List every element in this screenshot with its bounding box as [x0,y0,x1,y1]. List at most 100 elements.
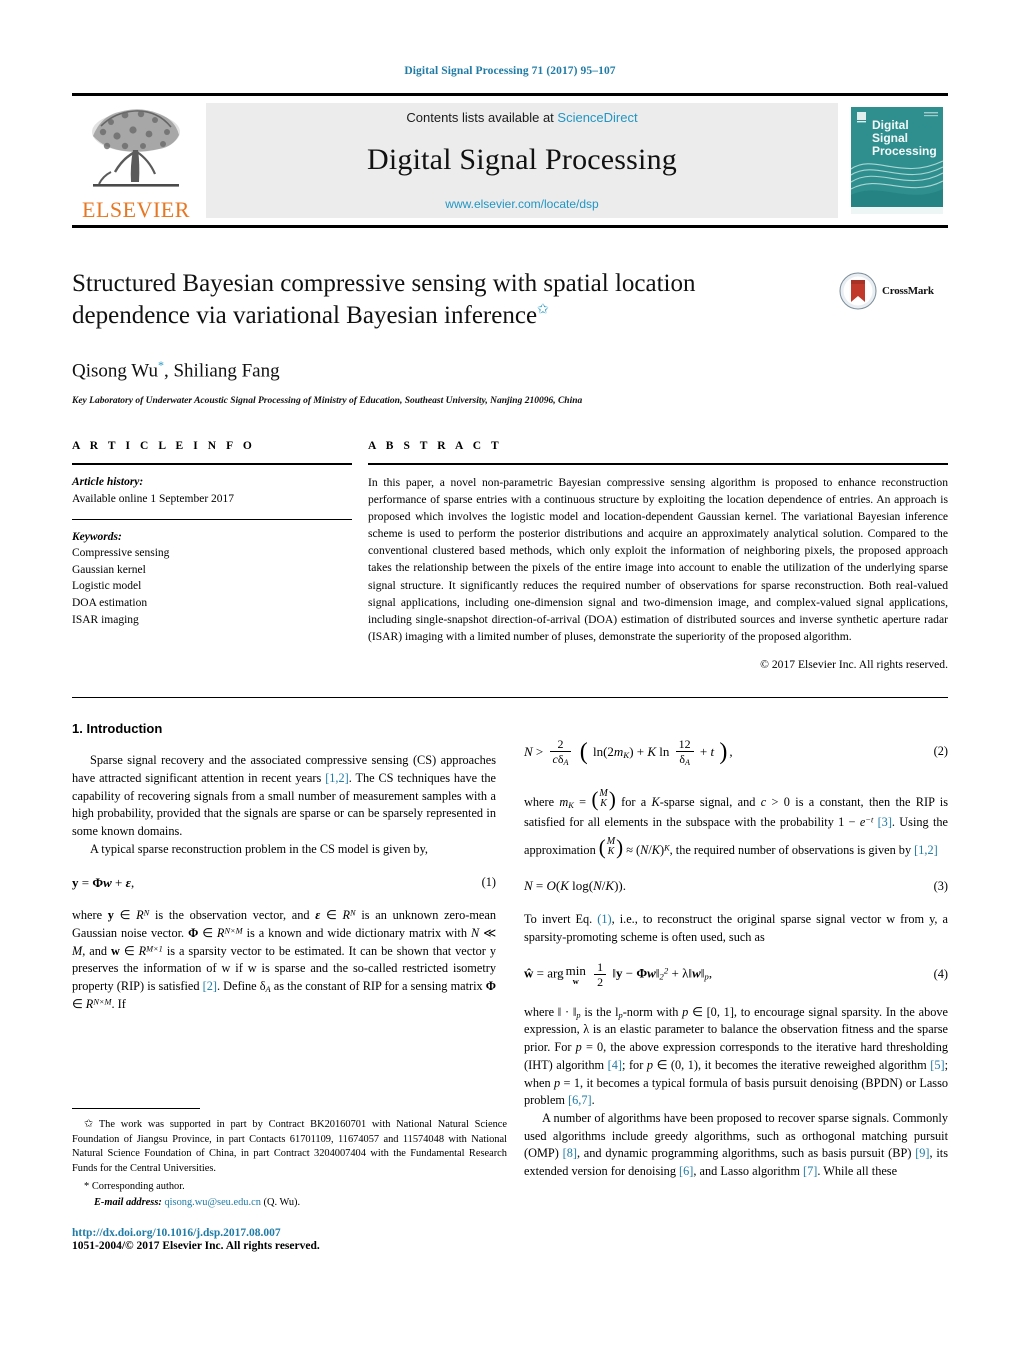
list-item: DOA estimation [72,596,148,609]
equation-1: y = Φw + ε, (1) [72,874,496,893]
p3-e: , and [82,943,112,958]
p3-a: where [72,908,108,923]
keywords-list: Compressive sensing Gaussian kernel Logi… [72,545,352,628]
paragraph: To invert Eq. (1), i.e., to reconstruct … [524,911,948,946]
contents-available-line: Contents lists available at ScienceDirec… [406,110,637,125]
equation-4-number: (4) [933,967,948,982]
equation-1-body: y = Φw + ε, [72,874,135,890]
footnote-funding: ✩ The work was supported in part by Cont… [72,1117,507,1176]
citation-link[interactable]: [2] [203,979,217,993]
svg-text:Signal: Signal [872,131,908,145]
crossmark-badge[interactable]: CrossMark [838,270,948,312]
p7-e: . While all these [817,1164,898,1179]
equation-3-body: N = O(K log(N/K)). [524,878,627,894]
doi-link[interactable]: http://dx.doi.org/10.1016/j.dsp.2017.08.… [72,1227,507,1239]
title-footnote-marker[interactable]: ✩ [537,303,549,318]
p6-a: where ‖ · ‖ [524,1004,577,1019]
paragraph: where y ∈ RN is the observation vector, … [72,908,496,1011]
footnote-block: ✩ The work was supported in part by Cont… [72,1108,507,1252]
p3-b: is the observation vector, and [149,908,316,923]
info-abstract-row: A R T I C L E I N F O Article history: A… [72,440,948,671]
equation-4: ŵ = arg min w 12 ‖y − Φw‖22 + λ‖w‖p, (4) [524,961,948,988]
article-info-rule-mid [72,518,352,520]
abstract-text: In this paper, a novel non-parametric Ba… [368,476,948,643]
p6-b: is the l [580,1004,619,1019]
abstract-rule-top [368,463,948,466]
email-label: E-mail address: [94,1197,162,1209]
list-item: Gaussian kernel [72,563,146,576]
author-list: Qisong Wu*, Shiliang Fang [72,358,948,382]
citation-link[interactable]: [9] [915,1146,929,1160]
equation-reference-link[interactable]: (1) [597,912,611,926]
paragraph: A number of algorithms have been propose… [524,1110,948,1181]
list-item: Compressive sensing [72,547,170,560]
equation-3: N = O(K log(N/K)). (3) [524,877,948,896]
p3-h: as the constant of RIP for a sensing mat… [270,979,486,994]
p4-b: for a [615,795,652,810]
body-separator-rule [72,696,948,698]
elsevier-wordmark: ELSEVIER [82,197,190,222]
equation-1-number: (1) [481,875,496,890]
paragraph: Sparse signal recovery and the associate… [72,752,496,841]
article-history-label: Article history: [72,476,144,489]
email-link[interactable]: qisong.wu@seu.edu.cn [164,1197,260,1208]
citation-link[interactable]: [1,2] [914,843,938,857]
journal-title: Digital Signal Processing [367,143,677,176]
p6-f: ; for [621,1057,647,1072]
paragraph: where ‖ · ‖p is the lp-norm with p ∈ [0,… [524,1004,949,1108]
p6-g: , it becomes the iterative reweighed alg… [698,1057,931,1072]
keywords-label: Keywords: [72,530,122,543]
p7-d: , and Lasso algorithm [693,1164,804,1179]
article-info-column: A R T I C L E I N F O Article history: A… [72,440,368,670]
equation-2-body: N > 2 cδA ( ln(2mK) + K ln 12 δA + t ), [524,737,733,767]
citation-link[interactable]: [6] [679,1164,693,1178]
citation-link[interactable]: [5] [930,1058,944,1072]
svg-text:Processing: Processing [872,144,937,158]
author-secondary: , Shiliang Fang [163,360,280,382]
footnote-corresponding-text: Corresponding author. [91,1181,185,1193]
paper-page: Digital Signal Processing 71 (2017) 95–1… [0,0,1020,1351]
p3-g: . Define δ [216,979,266,994]
running-head: Digital Signal Processing 71 (2017) 95–1… [404,65,616,77]
article-history-value: Available online 1 September 2017 [72,492,235,505]
list-item: Logistic model [72,580,142,593]
sciencedirect-link[interactable]: ScienceDirect [557,110,637,125]
article-info-rule-top [72,463,352,466]
p6-j: . [591,1093,595,1108]
p4-a: where [524,795,560,810]
journal-cover-thumbnail[interactable]: Digital Signal Processing [846,103,948,218]
citation-link[interactable]: [3] [878,815,892,829]
journal-url-link[interactable]: www.elsevier.com/locate/dsp [445,197,598,211]
page-title: Structured Bayesian compressive sensing … [72,268,782,332]
citation-link[interactable]: [4] [608,1058,622,1072]
crossmark-label: CrossMark [882,285,934,297]
journal-masthead: ELSEVIER Contents lists available at Sci… [72,93,948,228]
abstract-copyright: © 2017 Elsevier Inc. All rights reserved… [760,657,948,671]
citation-link[interactable]: [7] [803,1164,817,1178]
citation-link[interactable]: [6,7] [568,1093,592,1107]
citation-link[interactable]: [1,2] [325,771,349,785]
p6-c: -norm with [622,1004,683,1019]
p4-c: -sparse signal, and [659,795,761,810]
elsevier-tree-icon [92,109,180,187]
p5-a: To invert Eq. [524,911,598,926]
journal-cover-image: Digital Signal Processing [846,103,948,218]
paragraph: where mK = (M K) for a K-sparse signal, a… [524,787,948,860]
article-info-heading: A R T I C L E I N F O [72,440,256,453]
svg-text:Digital: Digital [872,118,909,132]
paragraph: A typical sparse reconstruction problem … [72,841,496,859]
crossmark-icon [839,272,877,310]
footnote-funding-text: The work was supported in part by Contra… [72,1119,507,1174]
equation-4-body: ŵ = arg min w 12 ‖y − Φw‖22 + λ‖w‖p, [524,960,713,989]
author-primary: Qisong Wu [72,360,158,382]
p2-text: A typical sparse reconstruction problem … [90,841,428,856]
paper-title-text: Structured Bayesian compressive sensing … [72,270,696,329]
affiliation: Key Laboratory of Underwater Acoustic Si… [72,396,583,407]
footnote-corresponding-marker: * [84,1181,90,1193]
citation-link[interactable]: [8] [563,1146,577,1160]
issn-copyright-line: 1051-2004/© 2017 Elsevier Inc. All right… [72,1240,320,1253]
p3-d: is a known and wide dictionary matrix wi… [242,926,471,940]
footnote-email-line: E-mail address: qisong.wu@seu.edu.cn (Q.… [72,1195,507,1210]
footnote-rule [72,1108,200,1109]
footnote-corresponding: * Corresponding author. [72,1179,507,1194]
